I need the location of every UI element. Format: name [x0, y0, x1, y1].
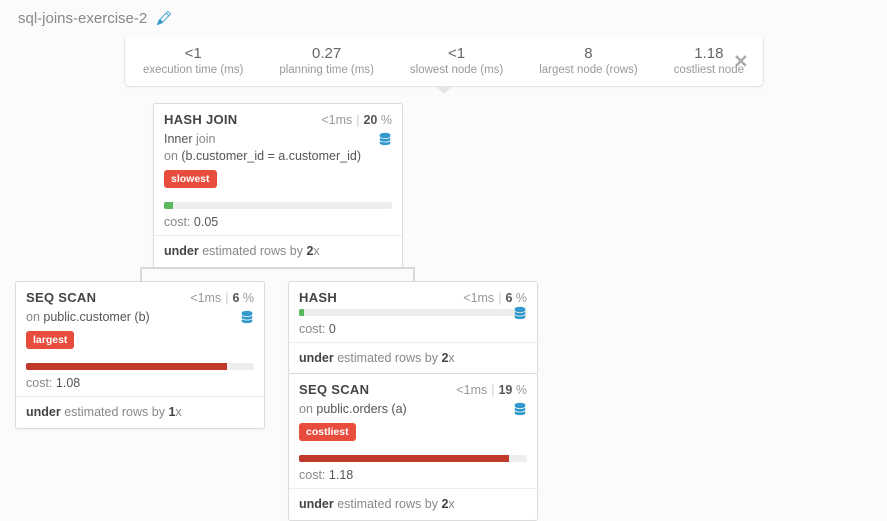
- cost-bar: [299, 309, 527, 316]
- stat-label: largest node (rows): [539, 64, 637, 76]
- stat-planning-time: 0.27 planning time (ms): [261, 45, 392, 76]
- estimate-row: under estimated rows by 1x: [16, 397, 264, 428]
- node-meta: <1ms|20 %: [321, 113, 392, 127]
- stat-label: planning time (ms): [279, 64, 374, 76]
- cost-bar: [164, 202, 392, 209]
- node-header: HASH <1ms|6 %: [289, 282, 537, 305]
- plan-canvas[interactable]: HASH JOIN <1ms|20 % Inner join on (b.cus…: [0, 87, 887, 517]
- stat-label: execution time (ms): [143, 64, 243, 76]
- cost-row: cost: 0: [289, 316, 537, 343]
- stat-value: <1: [143, 45, 243, 62]
- node-title: SEQ SCAN: [299, 382, 369, 397]
- node-body: [289, 305, 537, 309]
- database-icon: [240, 309, 254, 330]
- node-seq-scan-customer[interactable]: SEQ SCAN <1ms|6 % on public.customer (b)…: [15, 281, 265, 429]
- stat-label: slowest node (ms): [410, 64, 503, 76]
- stat-value: <1: [410, 45, 503, 62]
- page-header: sql-joins-exercise-2: [0, 0, 887, 31]
- close-icon[interactable]: ✕: [733, 51, 748, 72]
- cost-bar-fill: [299, 309, 304, 316]
- node-seq-scan-orders[interactable]: SEQ SCAN <1ms|19 % on public.orders (a) …: [288, 373, 538, 521]
- node-hash-join[interactable]: HASH JOIN <1ms|20 % Inner join on (b.cus…: [153, 103, 403, 268]
- cost-row: cost: 0.05: [154, 209, 402, 236]
- node-meta: <1ms|6 %: [190, 291, 254, 305]
- node-header: SEQ SCAN <1ms|6 %: [16, 282, 264, 305]
- cost-bar: [26, 363, 254, 370]
- cost-bar: [299, 455, 527, 462]
- stat-largest-node: 8 largest node (rows): [521, 45, 655, 76]
- node-meta: <1ms|19 %: [456, 383, 527, 397]
- node-header: SEQ SCAN <1ms|19 %: [289, 374, 537, 397]
- node-body: on public.customer (b) largest: [16, 305, 264, 357]
- connector: [413, 267, 415, 281]
- stat-value: 8: [539, 45, 637, 62]
- tag-costliest: costliest: [299, 423, 356, 441]
- stat-execution-time: <1 execution time (ms): [125, 45, 261, 76]
- query-name: sql-joins-exercise-2: [18, 10, 147, 27]
- database-icon: [513, 305, 527, 326]
- edit-icon[interactable]: [157, 11, 171, 26]
- cost-row: cost: 1.08: [16, 370, 264, 397]
- node-title: SEQ SCAN: [26, 290, 96, 305]
- connector: [140, 267, 142, 281]
- stat-value: 0.27: [279, 45, 374, 62]
- estimate-row: under estimated rows by 2x: [154, 236, 402, 267]
- cost-bar-fill: [299, 455, 509, 462]
- cost-bar-fill: [164, 202, 173, 209]
- cost-row: cost: 1.18: [289, 462, 537, 489]
- node-body: Inner join on (b.customer_id = a.custome…: [154, 127, 402, 196]
- cost-bar-fill: [26, 363, 227, 370]
- estimate-row: under estimated rows by 2x: [289, 343, 537, 374]
- stats-bar: <1 execution time (ms) 0.27 planning tim…: [124, 37, 764, 87]
- tag-slowest: slowest: [164, 170, 217, 188]
- node-body: on public.orders (a) costliest: [289, 397, 537, 449]
- node-header: HASH JOIN <1ms|20 %: [154, 104, 402, 127]
- database-icon: [513, 401, 527, 422]
- estimate-row: under estimated rows by 2x: [289, 489, 537, 520]
- node-title: HASH JOIN: [164, 112, 238, 127]
- node-meta: <1ms|6 %: [463, 291, 527, 305]
- tag-largest: largest: [26, 331, 74, 349]
- node-hash[interactable]: HASH <1ms|6 % cost: 0 under estimated ro…: [288, 281, 538, 375]
- node-title: HASH: [299, 290, 337, 305]
- database-icon: [378, 131, 392, 152]
- stat-slowest-node: <1 slowest node (ms): [392, 45, 521, 76]
